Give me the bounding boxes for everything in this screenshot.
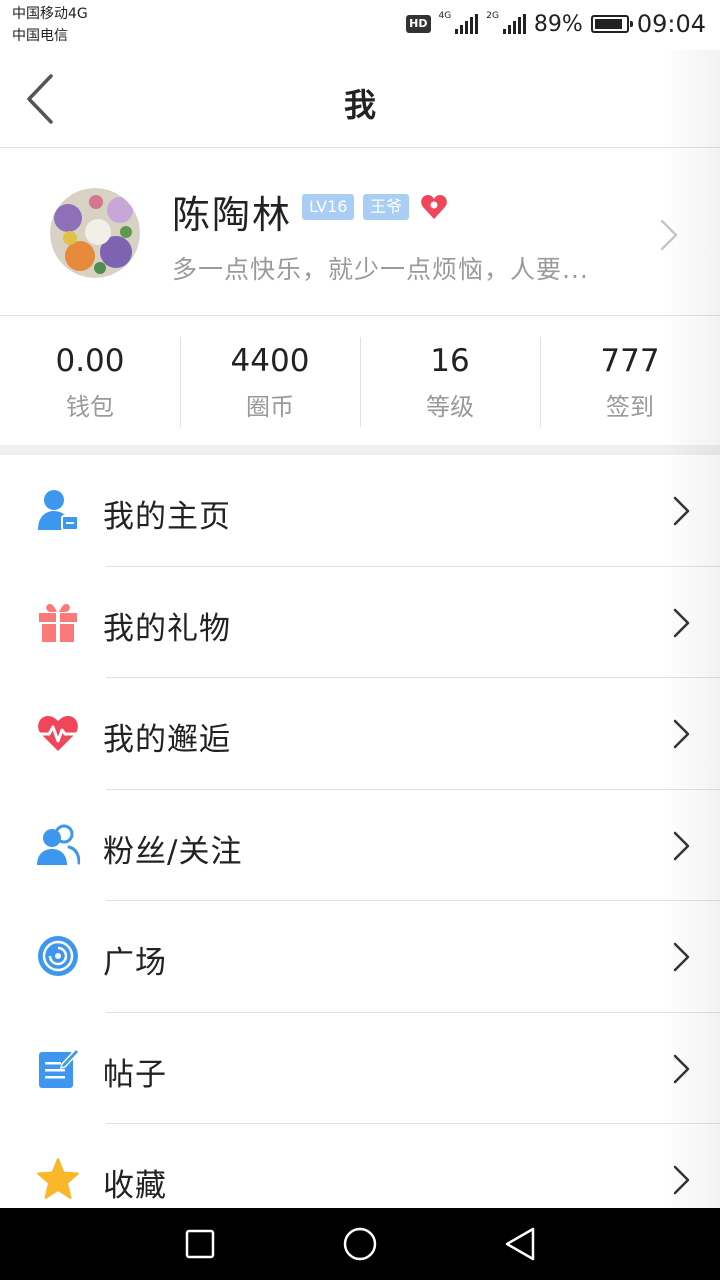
app-header: 我 xyxy=(0,50,720,148)
user-card-icon xyxy=(38,490,79,531)
stat-wallet[interactable]: 0.00 钱包 xyxy=(0,317,180,445)
stat-value: 777 xyxy=(600,343,660,379)
system-nav-bar xyxy=(0,1208,720,1280)
stat-value: 16 xyxy=(430,343,470,379)
stat-coins[interactable]: 4400 圈币 xyxy=(180,317,360,445)
menu-item-gifts[interactable]: 我的礼物 xyxy=(0,566,720,678)
home-icon xyxy=(343,1227,377,1261)
stat-value: 4400 xyxy=(230,343,310,379)
home-button[interactable] xyxy=(340,1226,380,1262)
menu-label: 我的礼物 xyxy=(103,610,231,647)
username: 陈陶林 xyxy=(172,193,293,237)
stat-label: 圈币 xyxy=(246,393,294,421)
carrier-primary: 中国移动4G xyxy=(12,6,88,22)
star-icon xyxy=(37,1158,79,1199)
carrier-secondary: 中国电信 xyxy=(12,28,68,44)
section-divider xyxy=(0,445,720,455)
target-icon xyxy=(38,936,78,976)
page-title: 我 xyxy=(343,86,376,124)
stat-label: 等级 xyxy=(426,393,474,421)
battery-level-fill xyxy=(594,19,622,29)
heart-badge-icon xyxy=(421,195,447,219)
signature-text: 多一点快乐，就少一点烦恼，人要... xyxy=(172,255,589,284)
chevron-right-icon xyxy=(673,1165,690,1195)
clock: 09:04 xyxy=(636,10,706,38)
post-edit-icon xyxy=(39,1047,80,1088)
signal-1-icon xyxy=(455,14,479,34)
heartbeat-icon xyxy=(36,716,80,751)
avatar[interactable] xyxy=(50,188,140,278)
chevron-right-icon xyxy=(660,219,678,251)
gift-icon xyxy=(39,603,77,642)
network-type-1: 4G xyxy=(438,11,452,21)
back-triangle-icon xyxy=(505,1227,535,1261)
menu-item-fans-follow[interactable]: 粉丝/关注 xyxy=(0,789,720,901)
stat-label: 钱包 xyxy=(66,393,114,421)
menu-label: 粉丝/关注 xyxy=(103,833,243,870)
chevron-right-icon xyxy=(673,942,690,972)
back-nav-button[interactable] xyxy=(500,1226,540,1262)
avatar-image xyxy=(50,188,140,278)
recent-apps-icon xyxy=(185,1229,215,1259)
title-badge: 王爷 xyxy=(363,194,410,220)
stat-label: 签到 xyxy=(606,393,654,421)
status-indicators: HD 4G 2G 89% 09:04 xyxy=(406,10,706,38)
recent-apps-button[interactable] xyxy=(180,1226,220,1262)
menu-label: 广场 xyxy=(103,945,167,981)
stat-value: 0.00 xyxy=(55,343,125,379)
menu-label: 收藏 xyxy=(103,1168,167,1204)
menu-label: 我的主页 xyxy=(103,499,231,535)
stat-level[interactable]: 16 等级 xyxy=(360,317,540,445)
stat-checkin[interactable]: 777 签到 xyxy=(540,317,720,445)
hd-voice-icon: HD xyxy=(406,15,431,33)
menu-item-encounters[interactable]: 我的邂逅 xyxy=(0,678,720,790)
chevron-right-icon xyxy=(673,496,690,526)
network-type-2: 2G xyxy=(486,11,499,21)
menu-label: 帖子 xyxy=(103,1056,167,1093)
menu-item-square[interactable]: 广场 xyxy=(0,901,720,1013)
signal-2-icon xyxy=(502,14,526,34)
menu-item-homepage[interactable]: 我的主页 xyxy=(0,455,720,567)
chevron-right-icon xyxy=(673,719,690,749)
chevron-right-icon xyxy=(673,608,690,637)
chevron-right-icon xyxy=(673,831,690,860)
battery-icon xyxy=(590,15,633,33)
profile-card[interactable]: 陈陶林 LV16 王爷 多一点快乐，就少一点烦恼，人要... xyxy=(0,150,720,316)
chevron-right-icon xyxy=(673,1054,690,1083)
menu-list: 我的主页 我的礼物 我的邂逅 粉丝/关注 广场 帖子 收藏 xyxy=(0,455,720,1236)
users-icon xyxy=(37,824,80,865)
menu-label: 我的邂逅 xyxy=(103,722,231,758)
stats-bar: 0.00 钱包 4400 圈币 16 等级 777 签到 xyxy=(0,317,720,445)
status-bar: 中国移动4G 中国电信 HD 4G 2G 89% 09:04 xyxy=(0,0,720,50)
battery-percent: 89% xyxy=(533,11,583,37)
menu-item-posts[interactable]: 帖子 xyxy=(0,1012,720,1124)
level-badge: LV16 xyxy=(302,194,355,220)
